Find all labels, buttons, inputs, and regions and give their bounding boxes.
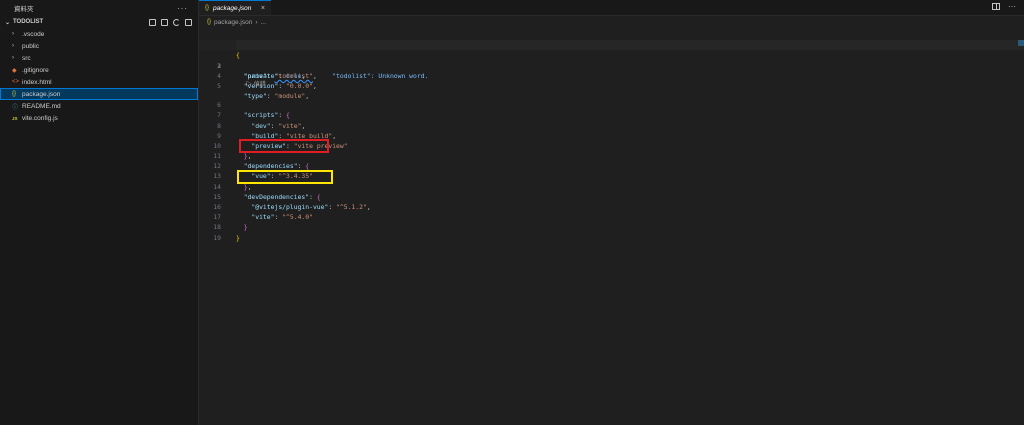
folder-todolist[interactable]: ⌄ TODOLIST: [0, 16, 198, 28]
tree-item-public[interactable]: › public: [0, 40, 198, 52]
breadcrumb-file[interactable]: package.json: [214, 19, 252, 26]
info-icon: ⓘ: [12, 104, 19, 111]
code-line: 16 "vite": "^5.4.0": [199, 192, 1024, 221]
code-line: 9 "preview": "vite preview": [199, 121, 1024, 150]
tab-label: package.json: [213, 4, 252, 12]
collapse-all-icon[interactable]: [185, 18, 192, 26]
folder-actions: [149, 18, 198, 26]
tree-item-readme[interactable]: ⓘ README.md: [0, 100, 198, 112]
explorer-sidebar: 資料夾 ··· ⌄ TODOLIST › .vscode › public › …: [0, 0, 199, 425]
code-line: 3 "private": true,: [199, 50, 1024, 80]
explorer-title: 資料夾: [14, 6, 34, 13]
split-editor-icon[interactable]: [992, 3, 1000, 10]
play-icon: ▷: [246, 81, 253, 88]
tree-item-gitignore[interactable]: ◆ .gitignore: [0, 64, 198, 76]
chevron-right-icon: ›: [12, 55, 14, 61]
code-line: 5 "type": "module",: [199, 71, 1024, 100]
more-actions-icon[interactable]: ···: [1008, 3, 1016, 11]
chevron-down-icon: ⌄: [5, 19, 11, 26]
debug-codelens[interactable]: ▷ 偵錯: [199, 81, 1024, 90]
new-folder-icon[interactable]: [161, 18, 168, 26]
code-line: 7 "dev": "vite",: [199, 100, 1024, 129]
code-line: 1 {: [199, 30, 1024, 59]
code-line: 4 "version": "0.0.0",: [199, 61, 1024, 90]
code-editor[interactable]: 1 { 2 "name": "todolist", "todolist": Un…: [199, 30, 1024, 242]
highlight-box-devdependencies: [237, 170, 333, 184]
editor-tabbar: {} package.json × ···: [199, 0, 1024, 16]
breadcrumb-separator: ›: [255, 18, 258, 26]
json-icon: {}: [12, 91, 17, 97]
tree-item-label: package.json: [22, 90, 61, 98]
code-line: 8 "build": "vite build",: [199, 110, 1024, 140]
tree-item-label: .vscode: [22, 30, 45, 38]
tree-item-label: README.md: [22, 102, 61, 110]
chevron-right-icon: ›: [12, 43, 14, 49]
tree-item-package-json[interactable]: {} package.json: [0, 88, 198, 100]
tree-item-label: public: [22, 42, 39, 50]
json-icon: {}: [205, 5, 210, 11]
tree-item-vscode[interactable]: › .vscode: [0, 28, 198, 40]
scrollbar-marker[interactable]: [1018, 40, 1024, 46]
breadcrumb-rest[interactable]: ...: [261, 19, 266, 26]
code-line-current: 2 "name": "todolist", "todolist": Unknow…: [199, 40, 1024, 80]
json-icon: {}: [207, 19, 212, 25]
refresh-icon[interactable]: [173, 18, 180, 26]
tree-item-label: vite.config.js: [22, 114, 58, 122]
tree-item-label: index.html: [22, 78, 52, 86]
code-line: 17 }: [199, 202, 1024, 231]
more-actions-icon[interactable]: ···: [177, 4, 188, 13]
tab-package-json[interactable]: {} package.json ×: [199, 0, 271, 15]
breadcrumb: {} package.json › ...: [207, 17, 266, 27]
close-icon[interactable]: ×: [261, 5, 265, 12]
git-icon: ◆: [12, 67, 17, 74]
highlight-box-dependencies: [239, 139, 329, 153]
tree-item-src[interactable]: › src: [0, 52, 198, 64]
html-icon: <>: [12, 79, 20, 85]
tree-item-label: src: [22, 54, 31, 62]
tree-item-vite-config[interactable]: JS vite.config.js: [0, 112, 198, 124]
code-line: 19: [199, 222, 1024, 242]
code-line: 6 "scripts": {: [199, 90, 1024, 119]
brace: }: [236, 233, 240, 242]
folder-name: TODOLIST: [13, 19, 44, 25]
line-number: 19: [213, 233, 221, 242]
tree-item-index-html[interactable]: <> index.html: [0, 76, 198, 88]
code-line: 18 }: [199, 212, 1024, 241]
debug-label: 偵錯: [253, 81, 266, 88]
tree-item-label: .gitignore: [22, 66, 49, 74]
new-file-icon[interactable]: [149, 18, 156, 26]
editor-actions: ···: [992, 3, 1016, 11]
explorer-header: 資料夾 ···: [0, 0, 198, 16]
js-icon: JS: [12, 115, 18, 121]
chevron-right-icon: ›: [12, 31, 14, 37]
